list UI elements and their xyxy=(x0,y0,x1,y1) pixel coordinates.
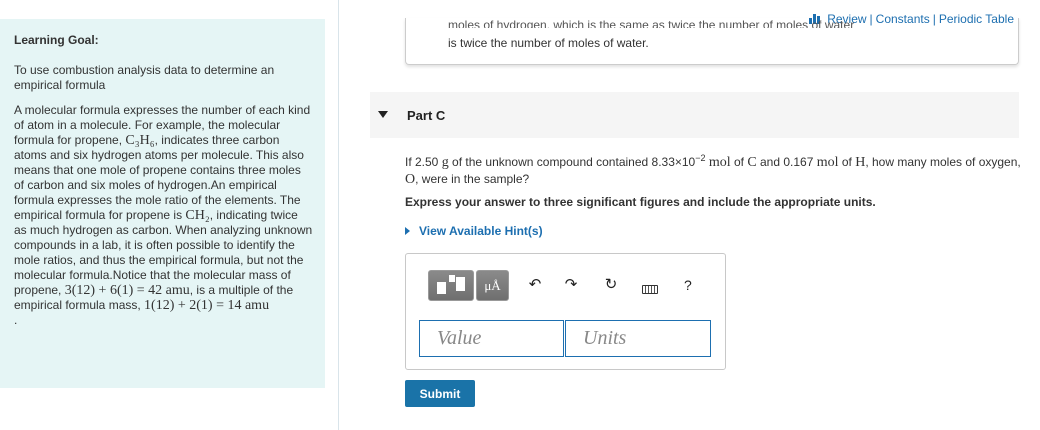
question-segment: of xyxy=(730,155,748,169)
question-segment: , how many moles of oxygen, xyxy=(865,155,1021,169)
redo-icon[interactable]: ↷ xyxy=(563,277,579,293)
reset-icon[interactable]: ↻ xyxy=(603,277,619,293)
question-segment: If 2.50 xyxy=(405,155,442,169)
units-input[interactable]: Units xyxy=(565,320,711,357)
part-c-header[interactable]: Part C xyxy=(370,92,1019,138)
keyboard-icon[interactable] xyxy=(642,285,658,294)
panel-divider xyxy=(338,0,339,430)
element-h: H xyxy=(855,155,866,170)
question-segment: and 0.167 xyxy=(756,155,817,169)
view-hints-link[interactable]: View Available Hint(s) xyxy=(405,224,543,238)
submit-button[interactable]: Submit xyxy=(405,380,475,407)
unit-mol: mol xyxy=(816,155,839,170)
propene-formula: C₃H₆ xyxy=(125,133,155,148)
learning-goal-panel: Learning Goal: To use combustion analysi… xyxy=(0,19,325,388)
hint-label: View Available Hint(s) xyxy=(419,224,543,238)
templates-button[interactable] xyxy=(428,270,474,301)
empirical-formula: CH₂ xyxy=(185,208,210,223)
element-c: C xyxy=(747,155,757,170)
learning-goal-title: Learning Goal: xyxy=(14,33,99,47)
intro-paragraph: A molecular formula expresses the number… xyxy=(14,103,313,328)
molecular-mass-equation: 3(12) + 6(1) = 42 amu xyxy=(64,283,190,298)
answer-box: μÅ ↶ ↷ ↻ ? Value Units xyxy=(405,253,726,370)
answer-instruction: Express your answer to three significant… xyxy=(405,195,876,209)
unit-g: g xyxy=(441,155,449,170)
question-segment: , were in the sample? xyxy=(415,172,530,186)
units-button[interactable]: μÅ xyxy=(476,270,509,301)
element-o: O xyxy=(405,172,416,187)
unit-mol: mol xyxy=(708,155,731,170)
exponent: −2 xyxy=(695,153,706,163)
help-button[interactable]: ? xyxy=(684,277,692,293)
empirical-mass-equation: 1(12) + 2(1) = 14 amu xyxy=(144,298,270,313)
value-input[interactable]: Value xyxy=(419,320,564,357)
expand-triangle-icon xyxy=(405,227,410,235)
previous-part-card: moles of hydrogen, which is the same as … xyxy=(405,18,1019,65)
question-segment: of xyxy=(838,155,856,169)
collapse-triangle-icon[interactable] xyxy=(378,111,388,118)
intro-text: . xyxy=(14,313,18,327)
part-title: Part C xyxy=(407,108,446,123)
previous-part-text: is twice the number of moles of water. xyxy=(448,36,649,50)
learning-goal-text: To use combustion analysis data to deter… xyxy=(14,63,275,92)
question-segment: of the unknown compound contained 8.33×1… xyxy=(448,155,696,169)
undo-icon[interactable]: ↶ xyxy=(527,277,543,293)
previous-part-cut-text: moles of hydrogen, which is the same as … xyxy=(448,18,855,28)
question-text: If 2.50 g of the unknown compound contai… xyxy=(405,150,1025,188)
